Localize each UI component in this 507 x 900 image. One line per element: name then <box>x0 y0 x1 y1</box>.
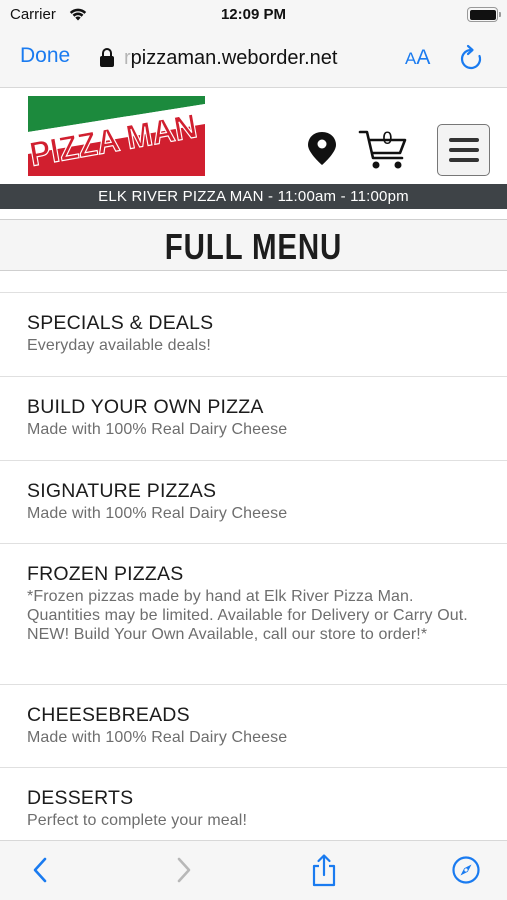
menu-item-signature-pizzas[interactable]: SIGNATURE PIZZAS Made with 100% Real Dai… <box>0 460 507 543</box>
chevron-right-icon[interactable] <box>174 855 194 885</box>
hamburger-menu-icon <box>449 138 479 142</box>
map-pin-icon[interactable] <box>305 130 339 166</box>
site-header: PIZZA MAN <box>0 89 507 184</box>
menu-item-build-your-own-pizza[interactable]: BUILD YOUR OWN PIZZA Made with 100% Real… <box>0 376 507 460</box>
lock-icon <box>100 48 114 68</box>
menu-item-description: Made with 100% Real Dairy Cheese <box>27 729 288 746</box>
url-field[interactable]: r pizzaman.weborder.net <box>100 44 337 72</box>
url-prefix: r <box>124 46 131 69</box>
menu-item-specials-deals[interactable]: SPECIALS & DEALS Everyday available deal… <box>0 292 507 376</box>
reload-icon[interactable] <box>458 44 484 72</box>
compass-icon[interactable] <box>451 855 481 885</box>
menu-item-name: FROZEN PIZZAS <box>27 563 184 585</box>
url-text: pizzaman.weborder.net <box>130 46 338 69</box>
menu-item-name: DESSERTS <box>27 787 134 809</box>
menu-item-description: Made with 100% Real Dairy Cheese <box>27 505 288 522</box>
battery-level <box>469 9 496 20</box>
menu-item-name: CHEESEBREADS <box>27 704 190 726</box>
battery-icon <box>467 7 501 22</box>
menu-item-cheesebreads[interactable]: CHEESEBREADS Made with 100% Real Dairy C… <box>0 684 507 767</box>
share-icon[interactable] <box>310 853 338 887</box>
menu-item-description: Everyday available deals! <box>27 337 211 354</box>
chevron-left-icon[interactable] <box>30 855 50 885</box>
menu-item-description: *Frozen pizzas made by hand at Elk River… <box>27 588 468 643</box>
menu-item-name: BUILD YOUR OWN PIZZA <box>27 396 264 418</box>
menu-item-name: SPECIALS & DEALS <box>27 312 214 334</box>
browser-address-bar: Done r pizzaman.weborder.net AA <box>0 30 507 88</box>
status-time: 12:09 PM <box>220 6 287 23</box>
pizza-man-logo[interactable]: PIZZA MAN <box>28 96 205 176</box>
hamburger-menu-button[interactable] <box>437 124 490 176</box>
menu-item-desserts[interactable]: DESSERTS Perfect to complete your meal! <box>0 767 507 840</box>
store-hours-bar: ELK RIVER PIZZA MAN - 11:00am - 11:00pm <box>0 184 507 209</box>
done-button[interactable]: Done <box>20 44 70 68</box>
status-bar: Carrier 12:09 PM <box>0 0 507 30</box>
cart-count: 0 <box>382 129 393 149</box>
text-size-large: A <box>416 46 431 69</box>
text-size-button[interactable]: AA <box>405 46 430 70</box>
menu-item-name: SIGNATURE PIZZAS <box>27 480 217 502</box>
menu-item-description: Perfect to complete your meal! <box>27 812 247 829</box>
text-size-small: A <box>405 49 417 68</box>
browser-toolbar <box>0 840 507 900</box>
menu-item-description: Made with 100% Real Dairy Cheese <box>27 421 288 438</box>
page-title: FULL MENU <box>164 226 343 267</box>
title-band: FULL MENU <box>0 219 507 271</box>
menu-item-frozen-pizzas[interactable]: FROZEN PIZZAS *Frozen pizzas made by han… <box>0 543 507 684</box>
